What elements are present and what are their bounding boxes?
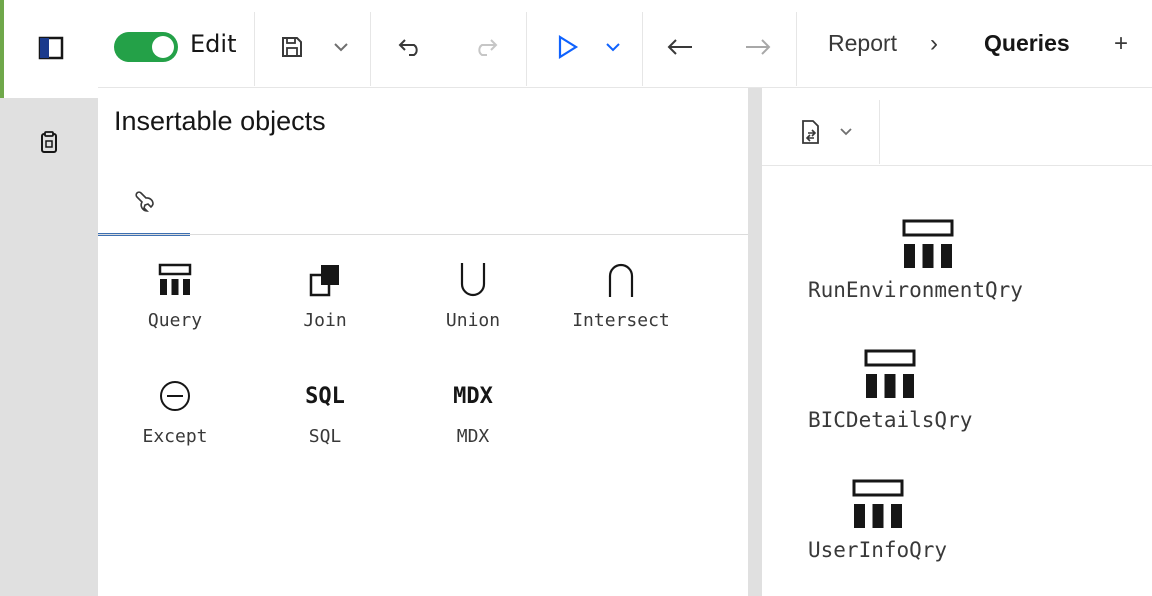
chevron-down-icon xyxy=(334,43,348,52)
query-icon xyxy=(902,219,954,268)
intersect-icon xyxy=(608,263,634,297)
object-label: SQL xyxy=(308,426,342,447)
object-label: Except xyxy=(142,426,208,447)
breadcrumb-report[interactable]: Report xyxy=(828,30,897,57)
tab-toolbox[interactable] xyxy=(98,170,190,236)
toolbar-divider xyxy=(370,12,371,86)
edit-label: Edit xyxy=(190,30,237,58)
run-button[interactable] xyxy=(550,22,586,72)
toggle-panel-button[interactable] xyxy=(4,18,98,78)
arrow-left-icon xyxy=(667,39,692,55)
query-item[interactable]: RunEnvironmentQry xyxy=(808,218,1058,302)
toolbar-divider xyxy=(254,12,255,86)
toolbar-divider xyxy=(526,12,527,86)
join-icon xyxy=(309,265,339,297)
undo-button[interactable] xyxy=(390,22,430,72)
clipboard-icon xyxy=(41,131,57,153)
panel-title: Insertable objects xyxy=(114,106,326,136)
back-button[interactable] xyxy=(660,22,700,72)
canvas-toolbar xyxy=(762,88,1152,166)
play-icon xyxy=(558,35,579,59)
redo-icon xyxy=(478,39,498,56)
query-label: UserInfoQry xyxy=(808,538,948,562)
object-label: Query xyxy=(147,310,203,331)
save-button[interactable] xyxy=(272,22,312,72)
query-source-button[interactable] xyxy=(772,100,880,164)
object-except[interactable]: Except xyxy=(110,368,240,468)
tab-divider xyxy=(98,234,748,235)
arrow-right-icon xyxy=(746,39,771,55)
breadcrumb-separator: › xyxy=(930,30,938,57)
query-icon xyxy=(864,349,916,398)
object-query[interactable]: Query xyxy=(110,252,240,352)
panel-layout-icon xyxy=(38,36,64,60)
mdx-icon: MDX xyxy=(453,383,493,409)
sql-icon: SQL xyxy=(305,383,345,409)
undo-icon xyxy=(398,39,418,56)
object-join[interactable]: Join xyxy=(260,252,390,352)
object-label: Intersect xyxy=(572,310,670,331)
toolbar-divider xyxy=(642,12,643,86)
insertable-objects-panel: Insertable objects Query Join Union Inte… xyxy=(98,88,748,596)
query-label: RunEnvironmentQry xyxy=(808,278,1023,302)
top-toolbar: Edit Report › Queries + xyxy=(98,0,1152,88)
query-icon xyxy=(158,263,192,295)
object-intersect[interactable]: Intersect xyxy=(556,252,686,352)
except-icon xyxy=(160,381,190,411)
object-label: MDX xyxy=(456,426,490,447)
chevron-down-icon xyxy=(606,43,620,52)
wrench-icon xyxy=(135,190,154,212)
save-icon xyxy=(282,37,302,57)
queries-canvas: RunEnvironmentQry BICDetailsQry UserInfo… xyxy=(762,88,1152,596)
object-label: Union xyxy=(445,310,501,331)
union-icon xyxy=(460,263,486,297)
forward-button[interactable] xyxy=(738,22,778,72)
document-swap-icon xyxy=(801,120,819,144)
query-icon xyxy=(852,479,904,528)
chevron-down-icon xyxy=(839,128,852,136)
edit-toggle[interactable] xyxy=(114,32,178,62)
run-dropdown-button[interactable] xyxy=(598,22,628,72)
query-item[interactable]: UserInfoQry xyxy=(808,478,1058,562)
breadcrumb-queries[interactable]: Queries xyxy=(984,30,1070,57)
object-union[interactable]: Union xyxy=(408,252,538,352)
toggle-knob xyxy=(152,36,174,58)
redo-button[interactable] xyxy=(466,22,506,72)
object-label: Join xyxy=(303,310,347,331)
toolbar-divider xyxy=(796,12,797,86)
object-mdx[interactable]: MDX MDX xyxy=(408,368,538,468)
object-sql[interactable]: SQL SQL xyxy=(260,368,390,468)
query-label: BICDetailsQry xyxy=(808,408,973,432)
add-button[interactable]: + xyxy=(1114,30,1128,58)
panel-splitter[interactable] xyxy=(748,88,762,596)
query-item[interactable]: BICDetailsQry xyxy=(808,348,1058,432)
clipboard-button[interactable] xyxy=(0,112,98,172)
save-dropdown-button[interactable] xyxy=(326,22,356,72)
